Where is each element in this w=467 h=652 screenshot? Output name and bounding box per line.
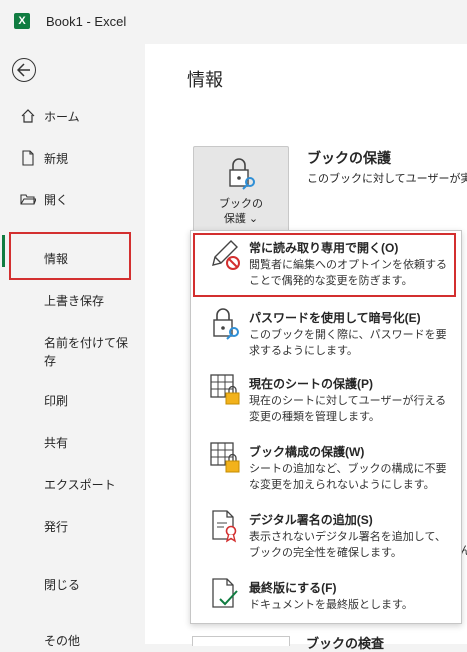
- nav-save-label: 上書き保存: [44, 293, 105, 308]
- nav-home[interactable]: ホーム: [0, 104, 145, 128]
- nav-save[interactable]: 上書き保存: [0, 288, 145, 312]
- window-title: Book1 - Excel: [46, 14, 127, 29]
- menu-item-encrypt[interactable]: パスワードを使用して暗号化(E) このブックを開く際に、パスワードを要求するよう…: [191, 301, 461, 367]
- menu-item-protect-structure[interactable]: ブック構成の保護(W) シートの追加など、ブックの構成に不要な変更を加えられない…: [191, 435, 461, 501]
- menu-item-desc: 表示されないデジタル署名を追加して、ブックの完全性を確保します。: [249, 531, 446, 559]
- excel-icon: X: [14, 13, 30, 29]
- menu-item-desc: 現在のシートに対してユーザーが行える変更の種類を管理します。: [249, 395, 447, 423]
- nav-export[interactable]: エクスポート: [0, 472, 145, 496]
- protect-button-label-2: 保護 ⌄: [223, 213, 259, 225]
- section-title: ブックの保護: [307, 150, 391, 166]
- menu-item-desc: シートの追加など、ブックの構成に不要な変更を加えられないようにします。: [249, 463, 447, 491]
- title-bar: X Book1 - Excel: [0, 0, 467, 44]
- open-folder-icon: [20, 194, 36, 205]
- inspect-section-title: ブックの検査: [306, 636, 385, 651]
- menu-item-title: 最終版にする(F): [249, 581, 337, 595]
- nav-close[interactable]: 閉じる: [0, 572, 145, 596]
- nav-share[interactable]: 共有: [0, 430, 145, 454]
- menu-item-protect-sheet[interactable]: 現在のシートの保護(P) 現在のシートに対してユーザーが行える変更の種類を管理し…: [191, 367, 461, 433]
- inspect-workbook-button[interactable]: [192, 636, 290, 646]
- nav-home-label: ホーム: [44, 109, 80, 124]
- nav-print[interactable]: 印刷: [0, 388, 145, 412]
- nav-open-label: 開く: [44, 192, 69, 207]
- new-document-icon: [22, 150, 34, 166]
- info-highlight-box: [9, 232, 131, 280]
- nav-publish[interactable]: 発行: [0, 514, 145, 538]
- page-title: 情報: [187, 70, 223, 90]
- nav-print-label: 印刷: [44, 393, 69, 408]
- menu-item-title: デジタル署名の追加(S): [249, 513, 373, 527]
- nav-open[interactable]: 開く: [0, 187, 145, 211]
- lock-key-icon: [229, 158, 255, 190]
- menu-item-title: パスワードを使用して暗号化(E): [249, 311, 421, 325]
- nav-share-label: 共有: [44, 435, 69, 450]
- nav-more[interactable]: その他: [0, 628, 145, 652]
- final-document-icon: [212, 578, 238, 608]
- menu-item-mark-final[interactable]: 最終版にする(F) ドキュメントを最終版とします。: [191, 571, 461, 637]
- protect-button-label-1: ブックの: [219, 198, 263, 210]
- workbook-lock-icon: [210, 442, 240, 473]
- menu-item-desc: ドキュメントを最終版とします。: [249, 599, 413, 611]
- read-only-highlight-box: [193, 233, 456, 297]
- menu-item-desc: このブックを開く際に、パスワードを要求するようにします。: [249, 329, 447, 357]
- lock-key-icon: [213, 308, 239, 340]
- nav-new-label: 新規: [44, 151, 69, 166]
- signature-ribbon-icon: [212, 510, 237, 543]
- protect-workbook-button[interactable]: ブックの 保護 ⌄: [193, 146, 289, 232]
- back-button[interactable]: [12, 58, 36, 82]
- menu-item-title: ブック構成の保護(W): [249, 445, 365, 459]
- nav-new[interactable]: 新規: [0, 146, 145, 170]
- back-arrow-icon: [17, 63, 30, 77]
- section-description: このブックに対してユーザーが実行: [307, 173, 467, 185]
- sheet-lock-icon: [210, 374, 240, 405]
- nav-publish-label: 発行: [44, 519, 69, 534]
- nav-more-label: その他: [44, 633, 81, 648]
- menu-item-title: 現在のシートの保護(P): [249, 377, 373, 391]
- home-icon: [21, 109, 35, 123]
- nav-export-label: エクスポート: [44, 477, 116, 492]
- menu-item-digital-signature[interactable]: デジタル署名の追加(S) 表示されないデジタル署名を追加して、ブックの完全性を確…: [191, 503, 461, 569]
- nav-close-label: 閉じる: [44, 577, 81, 592]
- nav-save-as[interactable]: 名前を付けて保存: [0, 334, 145, 374]
- nav-save-as-label: 名前を付けて保存: [44, 336, 129, 368]
